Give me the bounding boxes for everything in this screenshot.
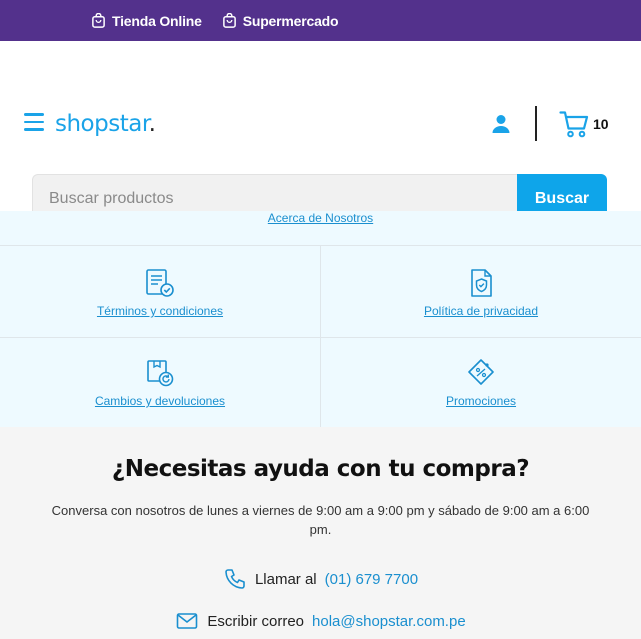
promotions-cell[interactable]: Promociones [321,357,641,408]
phone-label: Llamar al [254,570,317,588]
about-us-link[interactable]: Acerca de Nosotros [0,212,641,225]
shield-document-icon [471,269,492,297]
help-title: ¿Necesitas ayuda con tu compra? [111,456,530,482]
logo-dot: . [148,111,156,137]
header-divider [535,106,537,141]
document-check-icon [146,269,174,297]
phone-contact: Llamar al (01) 679 7700 [0,567,641,591]
return-box-icon [147,360,174,387]
tienda-online-label: Tienda Online [112,12,202,29]
returns-link[interactable]: Cambios y devoluciones [95,394,225,408]
shopping-bag-icon [92,13,105,28]
privacy-cell[interactable]: Política de privacidad [321,267,641,318]
terms-cell[interactable]: Términos y condiciones [0,267,320,318]
menu-icon[interactable] [24,113,44,133]
top-bar: Tienda Online Supermercado [0,0,641,41]
mail-icon [177,613,198,629]
tienda-online-link[interactable]: Tienda Online [91,13,202,29]
user-icon[interactable] [490,113,512,135]
returns-cell[interactable]: Cambios y devoluciones [0,357,320,408]
discount-tag-icon [468,359,494,385]
help-section: ¿Necesitas ayuda con tu compra? Conversa… [0,427,641,639]
privacy-link[interactable]: Política de privacidad [424,304,538,318]
logo-text: shopstar [55,111,149,137]
promotions-link[interactable]: Promociones [446,394,516,408]
logo[interactable]: shopstar. [55,111,156,137]
supermercado-link[interactable]: Supermercado [222,13,339,29]
email-contact: Escribir correo hola@shopstar.com.pe [0,609,641,633]
email-link[interactable]: hola@shopstar.com.pe [312,613,466,630]
cart-count: 10 [593,116,609,132]
phone-icon [225,569,245,589]
help-description: Conversa con nosotros de lunes a viernes… [51,503,590,537]
phone-number-link[interactable]: (01) 679 7700 [325,571,418,588]
header: shopstar. 10 Buscar [0,41,641,224]
terms-link[interactable]: Términos y condiciones [97,304,223,318]
cart-icon [559,111,589,138]
email-label: Escribir correo [207,612,305,630]
info-links-section: Acerca de Nosotros Términos y condicione… [0,211,641,427]
cart-button[interactable]: 10 [559,110,609,138]
shopping-bag-icon [222,13,236,28]
supermercado-label: Supermercado [242,12,339,29]
